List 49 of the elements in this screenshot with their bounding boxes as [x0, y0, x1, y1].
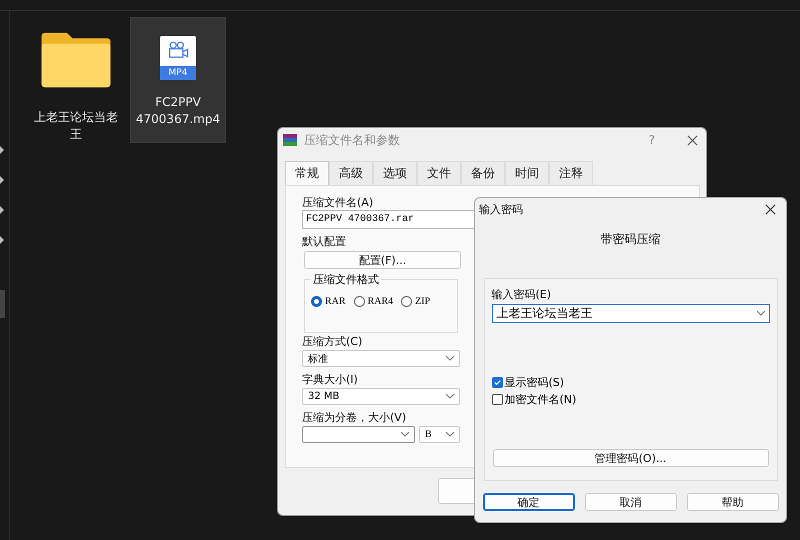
radio-option[interactable]: RAR: [311, 296, 346, 307]
field-label: 压缩方式(C): [302, 335, 362, 349]
chevron-icon[interactable]: [0, 236, 4, 244]
tab[interactable]: 备份: [461, 161, 505, 185]
tab[interactable]: 时间: [505, 161, 549, 185]
chevron-icon[interactable]: [0, 206, 4, 214]
tab[interactable]: 文件: [417, 161, 461, 185]
dialog-button[interactable]: 取消: [584, 493, 676, 511]
checkbox-option[interactable]: 加密文件名(N): [492, 392, 576, 407]
books-icon: [282, 132, 298, 148]
password-field[interactable]: 上老王论坛当老王: [492, 304, 770, 323]
dropdown[interactable]: 32 MB: [302, 388, 460, 405]
chevron-down-icon: [446, 432, 454, 437]
radio-option[interactable]: ZIP: [401, 296, 430, 307]
tab[interactable]: 高级: [329, 161, 373, 185]
field-label: 压缩为分卷，大小(V): [302, 411, 406, 425]
field-label: 输入密码(E): [492, 288, 552, 302]
field-label: 压缩文件名(A): [302, 196, 374, 210]
chevron-down-icon: [401, 432, 409, 437]
chevron-icon[interactable]: [0, 176, 4, 184]
chevron-down-icon: [446, 356, 454, 361]
dropdown[interactable]: [302, 426, 415, 443]
tab[interactable]: 常规: [285, 161, 329, 187]
field-label: 字典大小(I): [302, 373, 358, 387]
checkbox-option[interactable]: 显示密码(S): [492, 375, 576, 390]
radio-option[interactable]: RAR4: [354, 296, 394, 307]
profile-button[interactable]: 配置(F)...: [304, 251, 461, 269]
desktop-item[interactable]: MP4 FC2PPV 4700367.mp4: [130, 17, 226, 143]
dropdown[interactable]: B: [419, 426, 460, 443]
chevron-down-icon: [756, 311, 764, 316]
tab[interactable]: 注释: [549, 161, 593, 185]
desktop-item[interactable]: 上老王论坛当老王: [28, 17, 124, 143]
video-file-icon: MP4: [160, 36, 196, 80]
dropdown[interactable]: 标准: [302, 350, 460, 367]
checkmark-icon: [492, 378, 502, 387]
tab[interactable]: 选项: [373, 161, 417, 185]
chevron-icon[interactable]: [0, 146, 4, 154]
close-icon[interactable]: [765, 204, 776, 214]
close-icon[interactable]: [687, 134, 698, 146]
dialog-button[interactable]: 帮助: [686, 493, 778, 511]
window-title: 输入密码: [479, 202, 524, 216]
dialog-heading: 带密码压缩: [600, 231, 660, 248]
chevron-down-icon: [446, 394, 454, 399]
window-title: 压缩文件名和参数: [304, 132, 401, 148]
scrollbar-thumb[interactable]: [0, 290, 5, 318]
manage-passwords-button[interactable]: 管理密码(O)...: [492, 449, 768, 467]
field-label: 默认配置: [302, 235, 346, 249]
group-title: 压缩文件格式: [311, 272, 381, 287]
dialog-button[interactable]: 确定: [482, 493, 574, 511]
